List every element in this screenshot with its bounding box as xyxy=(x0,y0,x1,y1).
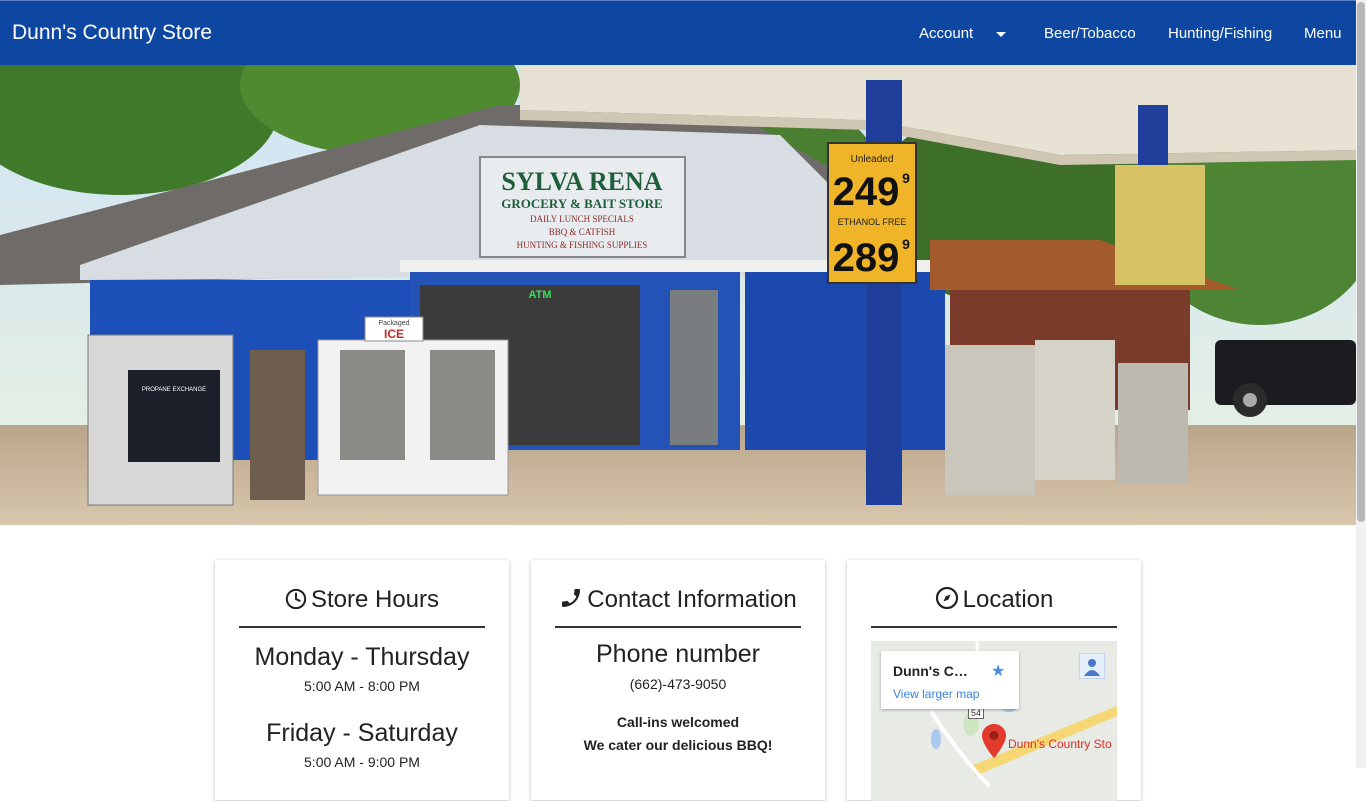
brand-link[interactable]: Dunn's Country Store xyxy=(12,21,212,45)
phone-number[interactable]: (662)-473-9050 xyxy=(531,676,825,692)
contact-title: Contact Information xyxy=(587,586,797,613)
price-ethanol-fraction: 9 xyxy=(902,236,910,252)
location-title: Location xyxy=(962,586,1054,613)
callins-note: Call-ins welcomed xyxy=(616,714,740,730)
sign-title: SYLVA RENA xyxy=(501,167,662,196)
price-mid-label: ETHANOL FREE xyxy=(838,217,907,227)
contact-heading: Contact Information xyxy=(555,586,801,628)
map-info-popup: Dunn's Cou… ★ View larger map xyxy=(881,651,1019,709)
nav-menu[interactable]: Menu xyxy=(1304,25,1342,42)
propane-label: PROPANE EXCHANGE xyxy=(142,387,206,393)
nav-hunting-fishing[interactable]: Hunting/Fishing xyxy=(1168,25,1272,42)
location-heading: Location xyxy=(871,586,1117,628)
chevron-down-icon[interactable] xyxy=(996,32,1006,37)
star-icon[interactable]: ★ xyxy=(991,661,1005,681)
hours-days-1: Monday - Thursday xyxy=(254,643,470,671)
embedded-map[interactable]: 54 Dunn's Cou… ★ View larger map Dunn's … xyxy=(871,641,1117,801)
scrollbar-thumb[interactable] xyxy=(1357,2,1365,522)
hero-store-photo: SYLVA RENA GROCERY & BAIT STORE DAILY LU… xyxy=(0,65,1356,525)
clock-icon xyxy=(285,588,307,610)
compass-icon xyxy=(935,586,958,610)
top-navbar: Dunn's Country Store Account Beer/Tobacc… xyxy=(0,0,1356,65)
location-card: Location 54 Dunn's Cou… ★ View larger ma… xyxy=(847,560,1141,801)
page-scrollbar[interactable] xyxy=(1356,0,1366,768)
phone-label: Phone number xyxy=(595,640,760,668)
sign-subtitle: GROCERY & BAIT STORE xyxy=(501,196,662,211)
contact-card: Contact Information Phone number (662)-4… xyxy=(531,560,825,800)
sign-line-1: DAILY LUNCH SPECIALS xyxy=(530,214,634,224)
price-unleaded: 249 xyxy=(833,170,900,214)
map-place-title: Dunn's Cou… xyxy=(893,663,975,679)
price-ethanol: 289 xyxy=(833,236,900,280)
nav-beer-tobacco[interactable]: Beer/Tobacco xyxy=(1044,25,1136,42)
sign-line-3: HUNTING & FISHING SUPPLIES xyxy=(517,240,648,250)
view-larger-map-link[interactable]: View larger map xyxy=(893,687,979,701)
store-hours-card: Store Hours Monday - Thursday 5:00 AM - … xyxy=(215,560,509,800)
ice-label: ICE xyxy=(384,327,404,341)
map-pin-icon[interactable] xyxy=(981,723,1007,759)
price-label: Unleaded xyxy=(851,154,894,165)
user-icon[interactable] xyxy=(1079,653,1105,679)
nav-account[interactable]: Account xyxy=(919,25,973,42)
ice-top-label: Packaged xyxy=(378,320,409,327)
catering-note: We cater our delicious BBQ! xyxy=(583,737,773,753)
hours-days-2: Friday - Saturday xyxy=(266,719,458,747)
atm-sign: ATM xyxy=(528,289,551,301)
store-hours-title: Store Hours xyxy=(310,586,440,613)
store-hours-heading: Store Hours xyxy=(239,586,485,628)
hours-time-1: 5:00 AM - 8:00 PM xyxy=(304,678,420,694)
sign-line-2: BBQ & CATFISH xyxy=(549,227,616,237)
price-unleaded-fraction: 9 xyxy=(902,170,910,186)
map-pin-label: Dunn's Country Sto xyxy=(1008,737,1112,751)
phone-icon xyxy=(562,589,581,607)
